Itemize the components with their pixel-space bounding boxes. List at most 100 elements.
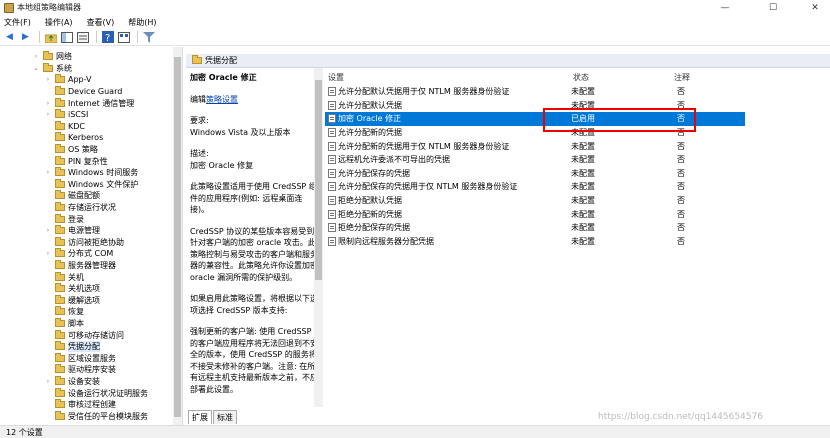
tree-item[interactable]: 脚本	[44, 318, 84, 330]
tree-item[interactable]: 关机	[44, 271, 84, 283]
tree-item-label: Windows 时间服务	[68, 168, 139, 178]
setting-row[interactable]: 拒绝分配新的凭据 未配置 否	[325, 207, 745, 221]
menu-file[interactable]: 文件(F)	[4, 17, 31, 28]
tree-item[interactable]: › 电源管理	[44, 225, 100, 237]
chevron-right-icon[interactable]: ›	[44, 169, 52, 176]
tree-item[interactable]: 凭据分配	[44, 341, 100, 353]
policy-icon	[328, 223, 336, 233]
close-button[interactable]: ✕	[800, 0, 830, 15]
policy-icon	[328, 141, 336, 151]
folder-icon	[55, 410, 65, 420]
tree-item-label: Internet 通信管理	[68, 98, 135, 108]
folder-icon	[55, 341, 65, 351]
tree-item[interactable]: › Windows 时间服务	[44, 167, 138, 179]
column-header-note[interactable]: 注释	[674, 72, 690, 83]
tree-scrollbar[interactable]	[173, 47, 182, 425]
tree-item[interactable]: › iSCSI	[44, 109, 88, 121]
menu-view[interactable]: 查看(V)	[87, 17, 115, 28]
tree-item[interactable]: 驱动程序安装	[44, 364, 116, 376]
setting-name: 允许分配默认凭据用于仅 NTLM 服务器身份验证	[338, 87, 510, 97]
properties-icon[interactable]	[76, 31, 89, 44]
tree-item-label: 分布式 COM	[68, 249, 114, 259]
tree-item[interactable]: 访问被拒绝协助	[44, 236, 124, 249]
watermark: https://blog.csdn.net/qq1445654576	[598, 412, 763, 422]
setting-state: 未配置	[571, 236, 595, 246]
setting-row[interactable]: 允许分配保存的凭据用于仅 NTLM 服务器身份验证 未配置 否	[325, 180, 745, 194]
tree-item[interactable]: KDC	[44, 120, 85, 133]
tree-pane[interactable]: › 网络 ⌄ 系统 › App-V Device Guard › Internet 通信管理 › i…	[0, 47, 183, 425]
column-header-setting[interactable]: 设置	[328, 72, 344, 83]
setting-row[interactable]: 允许分配新的凭据用于仅 NTLM 服务器身份验证 未配置 否	[325, 139, 745, 153]
setting-row[interactable]: 拒绝分配默认凭据 未配置 否	[325, 194, 745, 208]
help-icon[interactable]: ?	[101, 31, 114, 44]
tree-item[interactable]: 缓解选项	[44, 294, 100, 307]
setting-row[interactable]: 限制向远程服务器分配凭据 未配置 否	[325, 235, 745, 249]
tree-item[interactable]: 可移动存储访问	[44, 329, 124, 341]
minimize-button[interactable]: —	[710, 0, 740, 15]
tree-item[interactable]: › 分布式 COM	[44, 248, 113, 260]
chevron-right-icon[interactable]: ›	[44, 76, 52, 83]
tree-item[interactable]: 服务器管理器	[44, 260, 116, 272]
folder-icon	[55, 271, 65, 281]
setting-row[interactable]: 允许分配保存的凭据 未配置 否	[325, 167, 745, 181]
up-folder-icon[interactable]	[44, 31, 57, 44]
setting-row[interactable]: 拒绝分配保存的凭据 未配置 否	[325, 221, 745, 235]
tree-item-label: Kerberos	[68, 133, 104, 143]
tree-item[interactable]: 恢复	[44, 306, 84, 318]
tree-item[interactable]: PIN 复杂性	[44, 155, 108, 167]
chevron-right-icon[interactable]: ›	[44, 227, 52, 234]
menu-action[interactable]: 操作(A)	[45, 17, 73, 28]
tree-item[interactable]: OS 策略	[44, 144, 98, 156]
tree-item-label: 关机选项	[68, 284, 100, 294]
folder-icon	[55, 329, 65, 339]
forward-icon[interactable]: ▶	[19, 31, 32, 44]
policy-icon	[328, 182, 336, 192]
chevron-right-icon[interactable]: ›	[44, 250, 52, 257]
tree-item-label: 网络	[56, 52, 72, 62]
chevron-down-icon[interactable]: ⌄	[32, 65, 40, 72]
tree-item[interactable]: 审核过程创建	[44, 399, 116, 411]
tree-item[interactable]: › Internet 通信管理	[44, 97, 134, 109]
setting-note: 否	[677, 182, 685, 192]
highlight-box	[543, 108, 696, 132]
tree-item[interactable]: 登录	[44, 213, 84, 225]
setting-name: 拒绝分配新的凭据	[338, 209, 402, 219]
desc-paragraph-1: 此策略设置适用于使用 CredSSP 组件的应用程序(例如: 远程桌面连接)。	[190, 182, 317, 214]
tree-item[interactable]: 关机选项	[44, 283, 100, 295]
tree-item[interactable]: 区域设置服务	[44, 352, 116, 365]
show-hide-tree-icon[interactable]	[60, 31, 73, 44]
chevron-right-icon[interactable]: ›	[44, 100, 52, 107]
menu-help[interactable]: 帮助(H)	[128, 17, 156, 28]
tree-item[interactable]: › App-V	[44, 74, 92, 86]
setting-row[interactable]: 远程机允许委派不可导出的凭据 未配置 否	[325, 153, 745, 167]
tree-item[interactable]: › 设备安装	[44, 376, 100, 388]
tree-item[interactable]: 存储运行状况	[44, 202, 116, 214]
tree-item-label: 驱动程序安装	[68, 365, 116, 375]
chevron-right-icon[interactable]: ›	[32, 53, 40, 60]
tree-item-label: App-V	[68, 75, 92, 85]
filter-icon[interactable]	[142, 31, 155, 44]
folder-icon	[55, 144, 65, 154]
setting-row[interactable]: 允许分配默认凭据用于仅 NTLM 服务器身份验证 未配置 否	[325, 85, 745, 99]
tree-item[interactable]: ⌄ 系统	[32, 62, 72, 75]
tab-extended[interactable]: 扩展	[188, 410, 212, 424]
tree-item[interactable]: Windows 文件保护	[44, 178, 138, 191]
column-header-state[interactable]: 状态	[573, 72, 589, 83]
chevron-right-icon[interactable]: ›	[44, 378, 52, 385]
folder-icon	[55, 236, 65, 246]
tree-item[interactable]: Device Guard	[44, 86, 122, 98]
tree-item[interactable]: 磁盘配额	[44, 190, 100, 202]
tree-item[interactable]: 设备运行状况证明服务	[44, 387, 148, 399]
setting-state: 未配置	[571, 87, 595, 97]
tab-standard[interactable]: 标准	[213, 410, 237, 424]
view-icon[interactable]	[117, 31, 130, 44]
edit-policy-link[interactable]: 策略设置	[206, 95, 238, 104]
maximize-button[interactable]: ☐	[758, 0, 788, 15]
tree-item[interactable]: 受信任的平台模块服务	[44, 410, 148, 423]
tree-item[interactable]: › 网络	[32, 51, 72, 63]
tree-item[interactable]: Kerberos	[44, 132, 103, 144]
description-scrollbar[interactable]	[314, 68, 323, 407]
chevron-right-icon[interactable]: ›	[44, 111, 52, 118]
back-icon[interactable]: ◀	[3, 31, 16, 44]
status-text: 12 个设置	[6, 427, 43, 437]
